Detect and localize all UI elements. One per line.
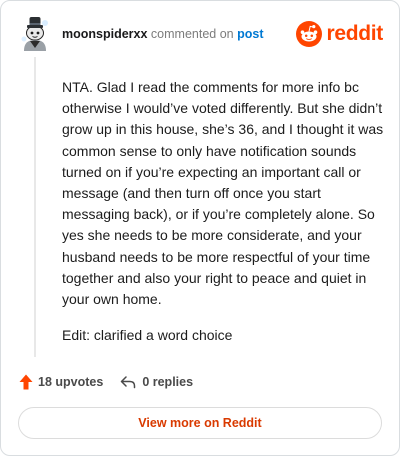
- comment-text: NTA. Glad I read the comments for more i…: [62, 79, 384, 308]
- reddit-logo[interactable]: reddit: [296, 21, 383, 47]
- comment-embed-card: moonspiderxx commented on post reddit NT…: [0, 0, 400, 456]
- username-link[interactable]: moonspiderxx: [62, 27, 147, 41]
- upvote-button[interactable]: 18 upvotes: [19, 374, 103, 390]
- comment-actions: 18 upvotes 0 replies: [19, 374, 193, 390]
- snoo-avatar-icon: [21, 17, 48, 51]
- upvote-arrow-icon: [19, 374, 33, 390]
- view-more-button[interactable]: View more on Reddit: [18, 407, 382, 439]
- comment-header: moonspiderxx commented on post: [62, 27, 263, 42]
- thread-line: [34, 57, 36, 357]
- reddit-logo-icon: [296, 21, 323, 47]
- avatar[interactable]: [18, 15, 52, 51]
- post-link[interactable]: post: [237, 27, 263, 41]
- reply-button[interactable]: 0 replies: [120, 375, 193, 389]
- commented-on-text: commented on: [150, 27, 234, 41]
- reply-count: 0 replies: [142, 375, 194, 389]
- reddit-wordmark: reddit: [326, 22, 383, 45]
- reply-arrow-icon: [121, 376, 136, 389]
- comment-edit-note: Edit: clarified a word choice: [62, 327, 233, 344]
- comment-body: NTA. Glad I read the comments for more i…: [62, 77, 384, 346]
- upvote-count: 18 upvotes: [38, 375, 104, 389]
